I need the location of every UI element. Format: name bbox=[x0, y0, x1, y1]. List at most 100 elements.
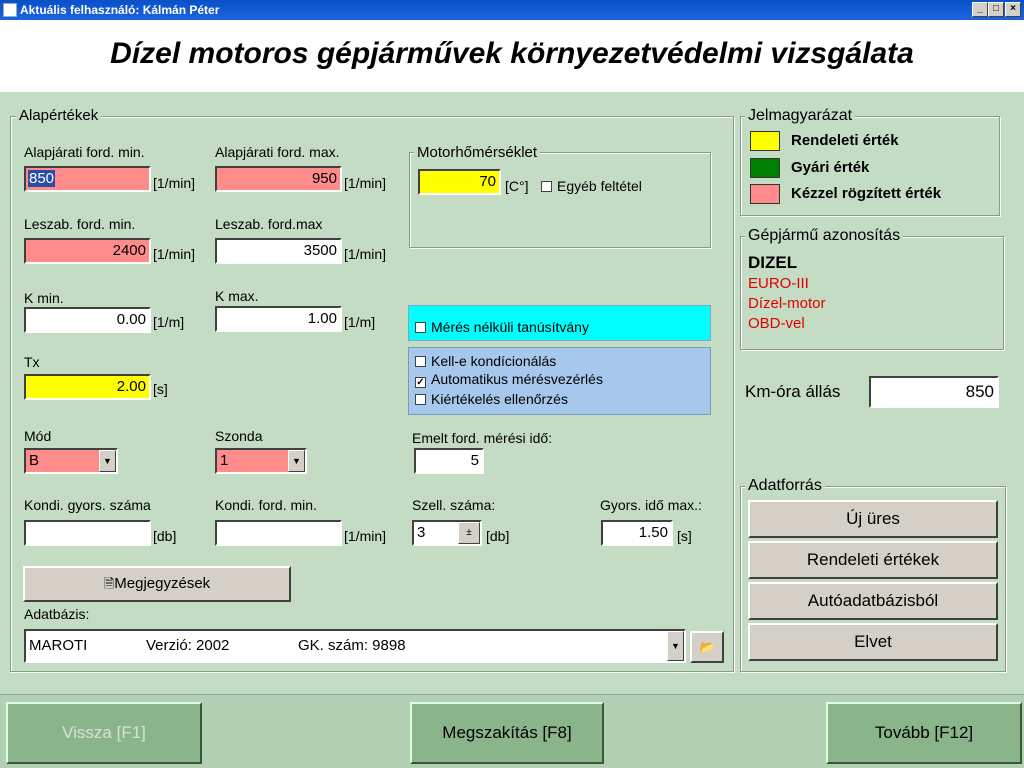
kiertekeles-box[interactable] bbox=[415, 394, 426, 405]
alap-max-unit: [1/min] bbox=[344, 175, 387, 191]
alap-min-label: Alapjárati ford. min. bbox=[24, 144, 145, 160]
egyeb-feltetel-checkbox[interactable]: Egyéb feltétel bbox=[541, 178, 642, 194]
megjegyzesek-label: Megjegyzések bbox=[114, 575, 211, 592]
kondi-gyors-unit: [db] bbox=[153, 528, 177, 544]
minimize-button[interactable]: _ bbox=[972, 2, 988, 17]
azonositas-title: DIZEL bbox=[748, 253, 798, 272]
egyeb-feltetel-label: Egyéb feltétel bbox=[557, 178, 642, 194]
rendeleti-ertekek-button[interactable]: Rendeleti értékek bbox=[748, 541, 998, 579]
szell-spinner[interactable]: 3 ± bbox=[412, 520, 482, 546]
szonda-value: 1 bbox=[220, 452, 229, 469]
vissza-button[interactable]: Vissza [F1] bbox=[6, 702, 202, 764]
kell-e-label: Kell-e kondícionálás bbox=[431, 353, 557, 369]
alap-max-label: Alapjárati ford. max. bbox=[215, 144, 340, 160]
adatbazis-gk: GK. szám: 9898 bbox=[298, 637, 406, 654]
k-max-label: K max. bbox=[215, 288, 259, 304]
meres-nelkuli-box[interactable] bbox=[415, 322, 426, 333]
kondi-ford-unit: [1/min] bbox=[344, 528, 387, 544]
szell-value: 3 bbox=[417, 524, 426, 541]
adatbazis-verzio: Verzió: 2002 bbox=[146, 637, 230, 654]
lesz-min-input[interactable]: 2400 bbox=[24, 238, 151, 264]
azonositas-legend: Gépjármű azonosítás bbox=[745, 228, 904, 244]
legend-swatch-gyari bbox=[750, 158, 780, 178]
tovabb-button[interactable]: Tovább [F12] bbox=[826, 702, 1022, 764]
kiertekeles-checkbox[interactable]: Kiértékelés ellenőrzés bbox=[415, 391, 568, 407]
spinner-arrows-icon[interactable]: ± bbox=[458, 522, 480, 544]
gyors-ido-input[interactable]: 1.50 bbox=[601, 520, 673, 546]
adatbazis-name: MAROTI bbox=[29, 637, 88, 654]
automatikus-check-icon[interactable]: ✓ bbox=[415, 377, 426, 388]
automatikus-checkbox[interactable]: ✓ Automatikus mérésvezérlés bbox=[415, 371, 603, 388]
maximize-button[interactable]: □ bbox=[988, 2, 1004, 17]
app-icon bbox=[3, 3, 17, 17]
gyors-ido-unit: [s] bbox=[677, 528, 692, 544]
folder-icon: 📂 bbox=[699, 640, 715, 654]
tx-input[interactable]: 2.00 bbox=[24, 374, 151, 400]
szell-label: Szell. száma: bbox=[412, 497, 496, 513]
meres-nelkuli-checkbox[interactable]: Mérés nélküli tanúsítvány bbox=[415, 319, 589, 335]
uj-ures-button[interactable]: Új üres bbox=[748, 500, 998, 538]
legend-label-rendeleti: Rendeleti érték bbox=[791, 132, 899, 149]
motorho-legend: Motorhőmérséklet bbox=[414, 145, 541, 161]
egyeb-checkbox-box[interactable] bbox=[541, 181, 552, 192]
alap-min-input[interactable]: 850 bbox=[24, 166, 151, 192]
mod-value: B bbox=[29, 452, 40, 469]
legend-label-gyari: Gyári érték bbox=[791, 159, 870, 176]
k-min-input[interactable]: 0.00 bbox=[24, 307, 151, 333]
alap-min-unit: [1/min] bbox=[153, 175, 196, 191]
window-title: Aktuális felhasználó: Kálmán Péter bbox=[20, 3, 220, 17]
kell-e-box[interactable] bbox=[415, 356, 426, 367]
szonda-dropdown-icon[interactable]: ▼ bbox=[288, 450, 305, 472]
alapertekek-legend: Alapértékek bbox=[16, 108, 102, 124]
lesz-min-unit: [1/min] bbox=[153, 246, 196, 262]
kondi-ford-input[interactable] bbox=[215, 520, 342, 546]
km-ora-label: Km-óra állás bbox=[745, 382, 841, 401]
km-ora-input[interactable]: 850 bbox=[869, 376, 999, 408]
szonda-label: Szonda bbox=[215, 428, 263, 444]
kiertekeles-label: Kiértékelés ellenőrzés bbox=[431, 391, 568, 407]
megszakitas-button[interactable]: Megszakítás [F8] bbox=[410, 702, 604, 764]
szonda-select[interactable]: 1 ▼ bbox=[215, 448, 307, 474]
adatbazis-label: Adatbázis: bbox=[24, 606, 90, 622]
mod-label: Mód bbox=[24, 428, 52, 444]
notes-icon: 🗎 bbox=[103, 576, 115, 591]
legend-label-kezzel: Kézzel rögzített érték bbox=[791, 185, 942, 202]
k-min-label: K min. bbox=[24, 290, 64, 306]
adatbazis-dropdown-icon[interactable]: ▼ bbox=[667, 631, 684, 661]
lesz-max-label: Leszab. ford.max bbox=[215, 216, 323, 232]
meres-nelkuli-label: Mérés nélküli tanúsítvány bbox=[431, 319, 589, 335]
mod-select[interactable]: B ▼ bbox=[24, 448, 118, 474]
lesz-min-label: Leszab. ford. min. bbox=[24, 216, 136, 232]
adatbazis-open-button[interactable]: 📂 bbox=[690, 631, 724, 663]
kell-e-checkbox[interactable]: Kell-e kondícionálás bbox=[415, 353, 556, 369]
close-button[interactable]: × bbox=[1005, 2, 1021, 17]
mod-dropdown-icon[interactable]: ▼ bbox=[99, 450, 116, 472]
emelt-input[interactable]: 5 bbox=[414, 448, 484, 474]
elvet-button[interactable]: Elvet bbox=[748, 623, 998, 661]
lesz-max-unit: [1/min] bbox=[344, 246, 387, 262]
autoadatbazis-button[interactable]: Autóadatbázisból bbox=[748, 582, 998, 620]
alap-max-input[interactable]: 950 bbox=[215, 166, 342, 192]
motorho-unit: [C°] bbox=[505, 178, 529, 194]
jelmagyarazat-legend: Jelmagyarázat bbox=[745, 108, 856, 124]
tx-unit: [s] bbox=[153, 381, 168, 397]
adatbazis-select[interactable]: MAROTI Verzió: 2002 GK. szám: 9898 ▼ bbox=[24, 629, 686, 663]
motorho-group bbox=[409, 152, 711, 248]
kondi-gyors-input[interactable] bbox=[24, 520, 151, 546]
page-title: Dízel motoros gépjárművek környezetvédel… bbox=[110, 37, 914, 70]
automatikus-label: Automatikus mérésvezérlés bbox=[431, 371, 603, 387]
kondi-ford-label: Kondi. ford. min. bbox=[215, 497, 317, 513]
adatforras-legend: Adatforrás bbox=[745, 478, 825, 494]
megjegyzesek-button[interactable]: 🗎Megjegyzések bbox=[23, 566, 291, 602]
szell-unit: [db] bbox=[486, 528, 510, 544]
legend-swatch-kezzel bbox=[750, 184, 780, 204]
motorho-input[interactable]: 70 bbox=[418, 169, 501, 195]
k-max-input[interactable]: 1.00 bbox=[215, 306, 342, 332]
legend-swatch-rendeleti bbox=[750, 131, 780, 151]
emelt-label: Emelt ford. mérési idő: bbox=[412, 430, 553, 446]
lesz-max-input[interactable]: 3500 bbox=[215, 238, 342, 264]
azonositas-line-3: OBD-vel bbox=[748, 315, 805, 332]
alap-min-value: 850 bbox=[28, 170, 56, 187]
azonositas-line-2: Dízel-motor bbox=[748, 295, 826, 312]
kondi-gyors-label: Kondi. gyors. száma bbox=[24, 497, 151, 513]
